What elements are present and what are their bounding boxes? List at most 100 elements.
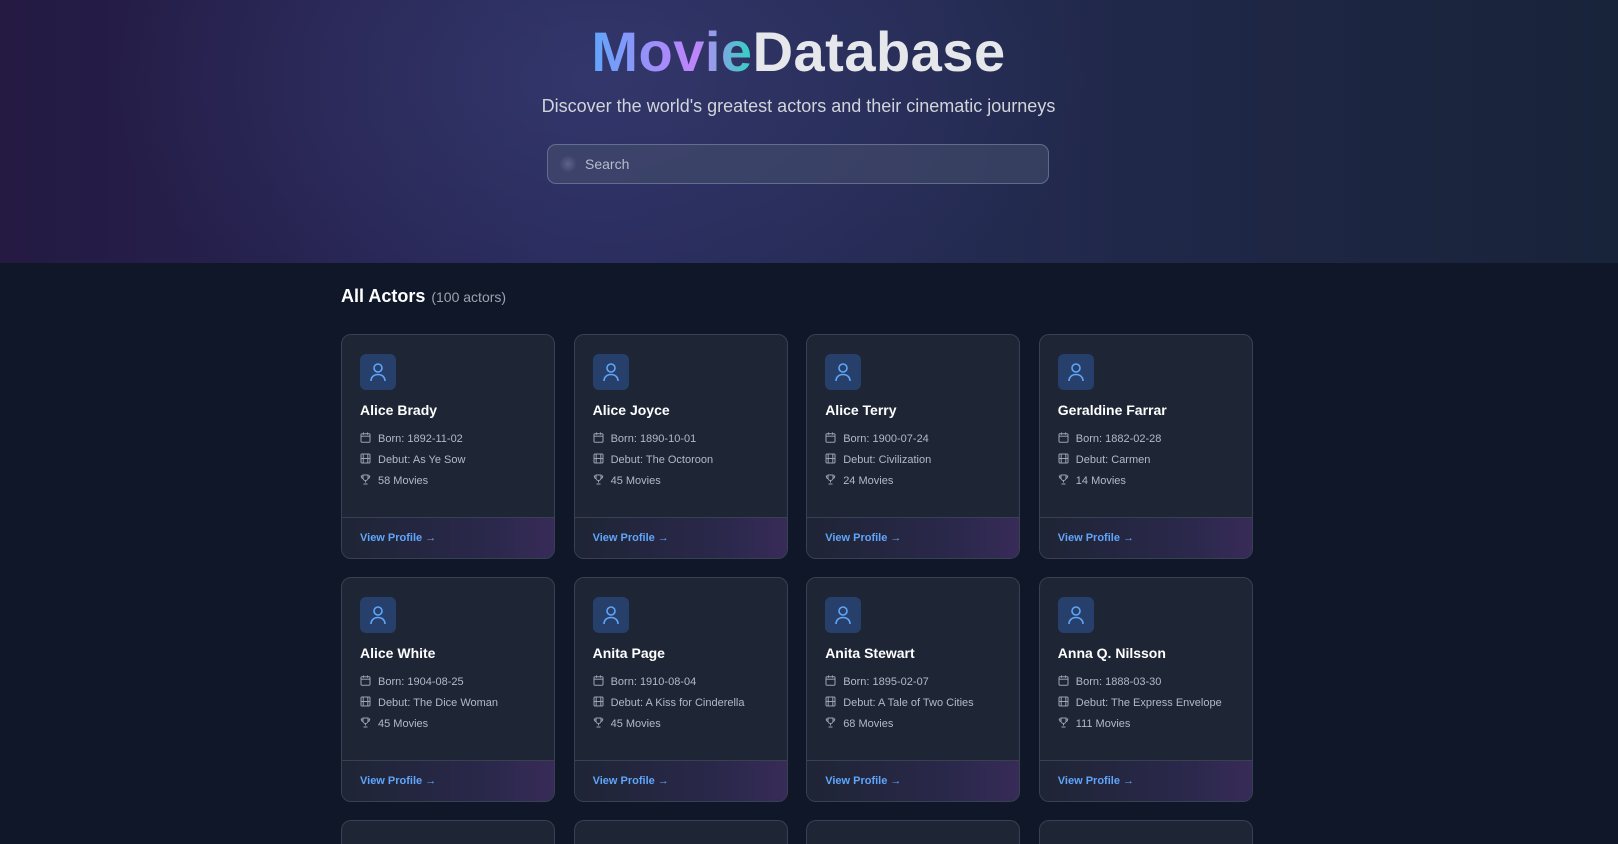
calendar-icon: [593, 432, 611, 446]
section-title: All Actors: [341, 286, 426, 306]
search-icon: [559, 155, 577, 173]
view-profile-link[interactable]: View Profile →: [593, 775, 669, 787]
view-profile-link[interactable]: View Profile →: [825, 532, 901, 544]
movies-row: 58 Movies: [360, 474, 428, 488]
trophy-icon: [360, 717, 378, 731]
debut-row: Debut: Civilization: [825, 453, 931, 467]
user-icon: [592, 354, 629, 390]
actor-name[interactable]: Geraldine Farrar: [1058, 402, 1167, 418]
user-icon: [825, 597, 862, 633]
born-row: Born: 1890-10-01: [593, 432, 697, 446]
debut-title: Debut: A Tale of Two Cities: [843, 697, 974, 709]
debut-title: Debut: The Octoroon: [610, 454, 714, 466]
debut-row: Debut: As Ye Sow: [360, 453, 465, 467]
born-date: Born: 1890-10-01: [610, 433, 697, 445]
debut-row: Debut: Carmen: [1058, 453, 1151, 467]
actor-card-partial[interactable]: [341, 820, 555, 844]
user-icon: [592, 597, 629, 633]
actor-card[interactable]: Alice Joyce Born: 1890-10-01 Debut: The Oc…: [573, 334, 788, 559]
debut-row: Debut: A Kiss for Cinderella: [593, 696, 745, 710]
card-footer: View Profile →: [1039, 517, 1252, 558]
debut-row: Debut: The Octoroon: [593, 453, 714, 467]
movie-count: 58 Movies: [378, 475, 429, 487]
user-icon: [1057, 597, 1094, 633]
actor-name[interactable]: Alice Brady: [360, 402, 437, 418]
born-date: Born: 1895-02-07: [843, 676, 929, 688]
actor-card[interactable]: Alice Terry Born: 1900-07-24 Debut: Civili…: [806, 334, 1021, 559]
view-profile-link[interactable]: View Profile →: [1058, 775, 1134, 787]
actor-name[interactable]: Anita Page: [593, 645, 665, 661]
view-profile-link[interactable]: View Profile →: [825, 775, 901, 787]
user-icon: [360, 597, 396, 633]
view-profile-link[interactable]: View Profile →: [360, 532, 436, 544]
movie-count: 24 Movies: [843, 475, 894, 487]
trophy-icon: [1058, 474, 1076, 488]
debut-title: Debut: Civilization: [843, 454, 932, 466]
debut-title: Debut: A Kiss for Cinderella: [610, 697, 745, 709]
film-icon: [825, 696, 843, 710]
user-icon: [360, 354, 396, 390]
film-icon: [360, 696, 378, 710]
movie-count: 111 Movies: [1075, 718, 1131, 730]
search-box[interactable]: [547, 144, 1049, 184]
actor-card[interactable]: Geraldine Farrar Born: 1882-02-28 Debut: C…: [1038, 334, 1253, 559]
movies-row: 14 Movies: [1058, 474, 1126, 488]
actor-card[interactable]: Alice Brady Born: 1892-11-02 Debut: As Ye …: [341, 334, 555, 559]
actor-card-partial[interactable]: [1038, 820, 1253, 844]
movie-count: 45 Movies: [378, 718, 429, 730]
logo-movie-text: Movie: [591, 20, 753, 83]
search-input[interactable]: [583, 155, 1027, 173]
movies-row: 68 Movies: [825, 717, 893, 731]
actor-card[interactable]: Anita Page Born: 1910-08-04 Debut: A Kiss …: [573, 577, 788, 802]
trophy-icon: [825, 717, 843, 731]
actor-grid: Alice Brady Born: 1892-11-02 Debut: As Ye …: [341, 334, 1255, 844]
actor-card[interactable]: Alice White Born: 1904-08-25 Debut: The Di…: [341, 577, 555, 802]
calendar-icon: [825, 432, 843, 446]
debut-title: Debut: The Express Envelope: [1075, 697, 1222, 709]
view-profile-link[interactable]: View Profile →: [593, 532, 669, 544]
born-date: Born: 1888-03-30: [1075, 676, 1162, 688]
view-profile-link[interactable]: View Profile →: [1058, 532, 1134, 544]
born-row: Born: 1910-08-04: [593, 675, 697, 689]
movies-row: 45 Movies: [360, 717, 428, 731]
actor-card[interactable]: Anita Stewart Born: 1895-02-07 Debut: A Ta…: [806, 577, 1021, 802]
card-footer: View Profile →: [1039, 760, 1252, 801]
born-date: Born: 1904-08-25: [378, 676, 464, 688]
film-icon: [1058, 696, 1076, 710]
trophy-icon: [593, 717, 611, 731]
debut-title: Debut: The Dice Woman: [378, 697, 499, 709]
view-profile-link[interactable]: View Profile →: [360, 775, 436, 787]
card-footer: View Profile →: [342, 517, 554, 558]
user-icon: [825, 354, 862, 390]
calendar-icon: [1058, 432, 1076, 446]
movie-count: 14 Movies: [1075, 475, 1126, 487]
trophy-icon: [1058, 717, 1076, 731]
hero-subtitle: Discover the world's greatest actors and…: [541, 96, 1056, 116]
actor-name[interactable]: Anna Q. Nilsson: [1058, 645, 1166, 661]
actor-card-partial[interactable]: [806, 820, 1021, 844]
born-row: Born: 1895-02-07: [825, 675, 929, 689]
calendar-icon: [360, 675, 378, 689]
actor-name[interactable]: Alice Joyce: [593, 402, 670, 418]
born-date: Born: 1892-11-02: [378, 433, 463, 445]
actor-name[interactable]: Anita Stewart: [825, 645, 914, 661]
movies-row: 111 Movies: [1058, 717, 1131, 731]
film-icon: [593, 453, 611, 467]
logo-database-text: Database: [752, 20, 1006, 83]
site-logo[interactable]: MovieDatabase: [0, 18, 1597, 86]
card-footer: View Profile →: [574, 760, 787, 801]
actor-card[interactable]: Anna Q. Nilsson Born: 1888-03-30 Debut: Th…: [1038, 577, 1253, 802]
movies-row: 45 Movies: [593, 717, 661, 731]
actor-count: (100 actors): [431, 289, 507, 305]
card-footer: View Profile →: [342, 760, 554, 801]
actor-name[interactable]: Alice Terry: [825, 402, 896, 418]
debut-title: Debut: Carmen: [1075, 454, 1151, 466]
card-footer: View Profile →: [807, 517, 1020, 558]
born-date: Born: 1910-08-04: [610, 676, 697, 688]
movies-row: 24 Movies: [825, 474, 893, 488]
debut-row: Debut: The Dice Woman: [360, 696, 498, 710]
film-icon: [593, 696, 611, 710]
actor-card-partial[interactable]: [573, 820, 788, 844]
actor-name[interactable]: Alice White: [360, 645, 435, 661]
born-date: Born: 1882-02-28: [1075, 433, 1162, 445]
